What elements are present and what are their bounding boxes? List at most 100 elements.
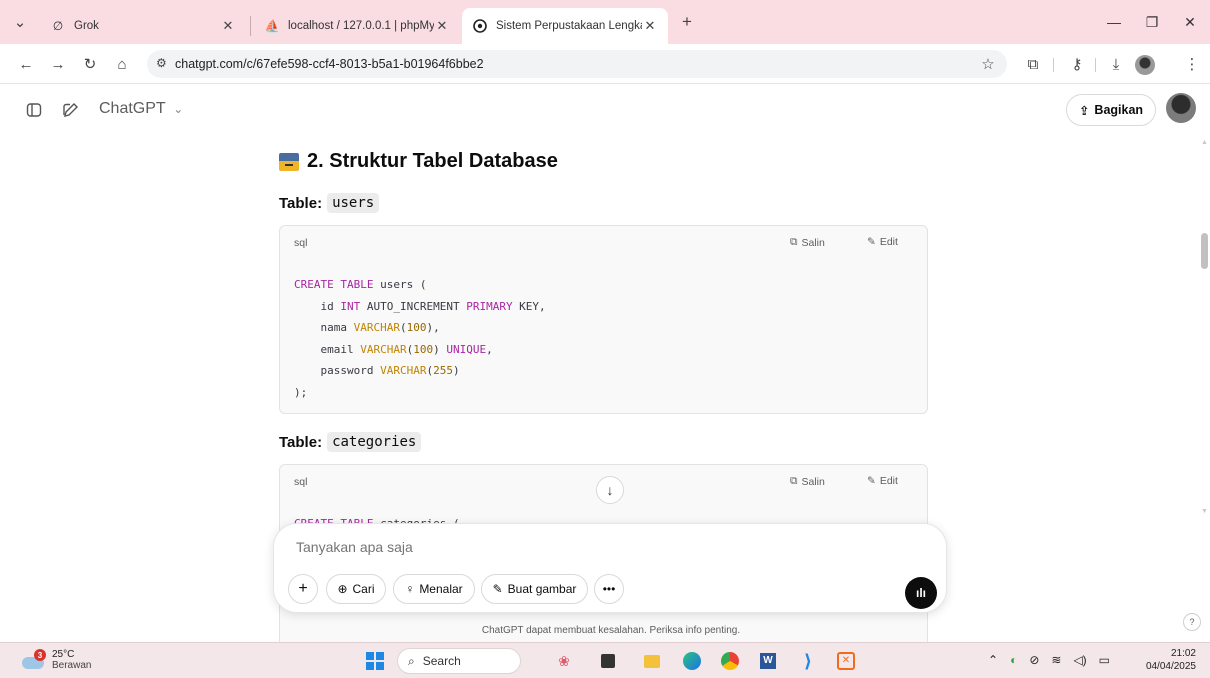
- copy-button[interactable]: ⧉ Salin: [790, 475, 825, 488]
- pencil-icon: ✎: [867, 475, 876, 487]
- more-tools-button[interactable]: •••: [594, 574, 624, 604]
- tab-phpmyadmin[interactable]: ⛵ localhost / 127.0.0.1 | phpMyAd ✕: [254, 8, 460, 44]
- restore-icon[interactable]: ❐: [1138, 10, 1166, 34]
- security-icon[interactable]: ⊘: [1029, 653, 1039, 667]
- tab-sistem-perpustakaan[interactable]: Sistem Perpustakaan Lengkap ✕: [462, 8, 668, 44]
- table-heading-prefix: Table:: [279, 433, 323, 451]
- volume-icon[interactable]: ◁): [1073, 653, 1086, 667]
- reason-button[interactable]: ♀ Menalar: [393, 574, 475, 604]
- battery-icon[interactable]: ▭: [1099, 653, 1110, 667]
- taskbar-search[interactable]: ⌕ Search: [397, 648, 521, 674]
- edit-button[interactable]: ✎ Edit: [867, 475, 898, 487]
- password-key-icon[interactable]: ⚷: [1065, 52, 1089, 76]
- download-icon[interactable]: ⤓: [1104, 52, 1128, 76]
- edit-button[interactable]: ✎ Edit: [867, 236, 898, 248]
- share-button[interactable]: ⇪ Bagikan: [1066, 94, 1156, 126]
- help-button[interactable]: ?: [1183, 613, 1201, 631]
- prompt-input[interactable]: [296, 539, 896, 555]
- chrome-icon[interactable]: [718, 649, 742, 673]
- share-icon: ⇪: [1078, 103, 1090, 118]
- create-image-label: Buat gambar: [507, 582, 577, 596]
- new-chat-icon[interactable]: [58, 98, 82, 122]
- close-icon[interactable]: ✕: [220, 18, 236, 34]
- copy-label: Salin: [801, 475, 825, 488]
- app-tray-icon[interactable]: ◐: [1010, 653, 1017, 667]
- file-explorer-icon[interactable]: [640, 649, 664, 673]
- table-name-code: categories: [327, 432, 422, 452]
- voice-mode-button[interactable]: ılı: [905, 577, 937, 609]
- code-block-users: sql ⧉ Salin ✎ Edit CREATE TABLE users ( …: [279, 225, 928, 414]
- section-title: 2. Struktur Tabel Database: [279, 150, 558, 173]
- word-icon[interactable]: W: [756, 649, 780, 673]
- image-brush-icon: ✎: [492, 582, 503, 596]
- reload-icon[interactable]: ↻: [78, 52, 102, 76]
- scroll-down-arrow[interactable]: ▼: [1201, 508, 1208, 515]
- model-label: ChatGPT: [99, 100, 166, 117]
- code-language-label: sql: [294, 237, 308, 249]
- lightbulb-icon: ♀: [405, 582, 415, 596]
- waveform-icon: ılı: [915, 586, 926, 600]
- sidebar-toggle-icon[interactable]: [22, 98, 46, 122]
- new-tab-button[interactable]: +: [675, 10, 699, 34]
- weather-widget[interactable]: 3 25°C Berawan: [22, 649, 91, 671]
- xampp-icon[interactable]: ✕: [834, 649, 858, 673]
- forward-icon[interactable]: →: [46, 52, 70, 76]
- chevron-down-icon: ⌄: [169, 102, 184, 116]
- task-view-icon[interactable]: [596, 649, 620, 673]
- site-settings-icon[interactable]: ⚙: [156, 56, 167, 70]
- extensions-icon[interactable]: ⧉: [1021, 52, 1045, 76]
- code-language-label: sql: [294, 476, 308, 488]
- home-icon[interactable]: ⌂: [110, 52, 134, 76]
- menu-kebab-icon[interactable]: ⋮: [1180, 52, 1204, 76]
- table-name-code: users: [327, 193, 380, 213]
- bookmark-star-icon[interactable]: ☆: [976, 52, 1000, 76]
- notification-badge: 3: [34, 649, 46, 661]
- weather-desc: Berawan: [52, 660, 92, 671]
- table-heading-categories: Table: categories: [279, 432, 422, 452]
- close-icon[interactable]: ✕: [434, 18, 450, 34]
- minimize-icon[interactable]: —: [1100, 10, 1128, 34]
- section-title-text: 2. Struktur Tabel Database: [307, 150, 558, 172]
- tab-divider: [250, 16, 251, 36]
- chatgpt-icon: [472, 18, 488, 34]
- copy-icon: ⧉: [790, 475, 798, 487]
- pencil-icon: ✎: [867, 236, 876, 248]
- search-icon: ⌕: [408, 653, 415, 668]
- scroll-up-arrow[interactable]: ▲: [1201, 139, 1208, 146]
- vscode-icon[interactable]: ⟩: [796, 649, 820, 673]
- search-label: Cari: [352, 582, 375, 596]
- more-horizontal-icon: •••: [602, 582, 616, 596]
- windows-start-icon[interactable]: [366, 652, 384, 670]
- tab-search-chevron-icon[interactable]: ⌄: [8, 10, 32, 34]
- model-selector[interactable]: ChatGPT ⌄: [99, 100, 183, 118]
- close-window-icon[interactable]: ✕: [1176, 10, 1204, 34]
- copy-button[interactable]: ⧉ Salin: [790, 236, 825, 249]
- reason-label: Menalar: [419, 582, 463, 596]
- address-bar[interactable]: ⚙ chatgpt.com/c/67efe598-ccf4-8013-b5a1-…: [147, 50, 1007, 78]
- attach-button[interactable]: +: [288, 574, 318, 604]
- scroll-to-bottom-button[interactable]: ↓: [596, 476, 624, 504]
- table-heading-users: Table: users: [279, 193, 380, 213]
- clock-date: 04/04/2025: [1145, 661, 1196, 672]
- weather-temp: 25°C: [52, 649, 75, 660]
- flower-app-icon[interactable]: ❀: [552, 649, 576, 673]
- tab-grok[interactable]: ∅ Grok ✕: [40, 8, 246, 44]
- edge-browser-icon[interactable]: [680, 649, 704, 673]
- scrollbar-thumb[interactable]: [1201, 233, 1208, 269]
- arrow-down-icon: ↓: [606, 482, 614, 498]
- tab-label: Grok: [74, 20, 99, 32]
- chevron-up-icon[interactable]: ⌃: [988, 653, 998, 667]
- create-image-button[interactable]: ✎ Buat gambar: [481, 574, 588, 604]
- os-taskbar: 3 25°C Berawan ⌕ Search ❀ W ⟩ ✕ ⌃ ◐ ⊘ ≋ …: [0, 642, 1210, 678]
- cloud-icon: 3: [22, 649, 48, 671]
- search-button[interactable]: ⊕ Cari: [326, 574, 386, 604]
- system-tray: ⌃ ◐ ⊘ ≋ ◁) ▭: [988, 653, 1110, 667]
- tab-label: Sistem Perpustakaan Lengkap: [496, 20, 642, 32]
- close-icon[interactable]: ✕: [642, 18, 658, 34]
- avatar[interactable]: [1166, 93, 1196, 123]
- wifi-icon[interactable]: ≋: [1051, 653, 1061, 667]
- clock[interactable]: 21:02 04/04/2025: [1140, 647, 1196, 673]
- app-header: ChatGPT ⌄ ⇪ Bagikan: [0, 85, 1210, 135]
- profile-avatar[interactable]: [1135, 55, 1155, 75]
- back-icon[interactable]: ←: [14, 52, 38, 76]
